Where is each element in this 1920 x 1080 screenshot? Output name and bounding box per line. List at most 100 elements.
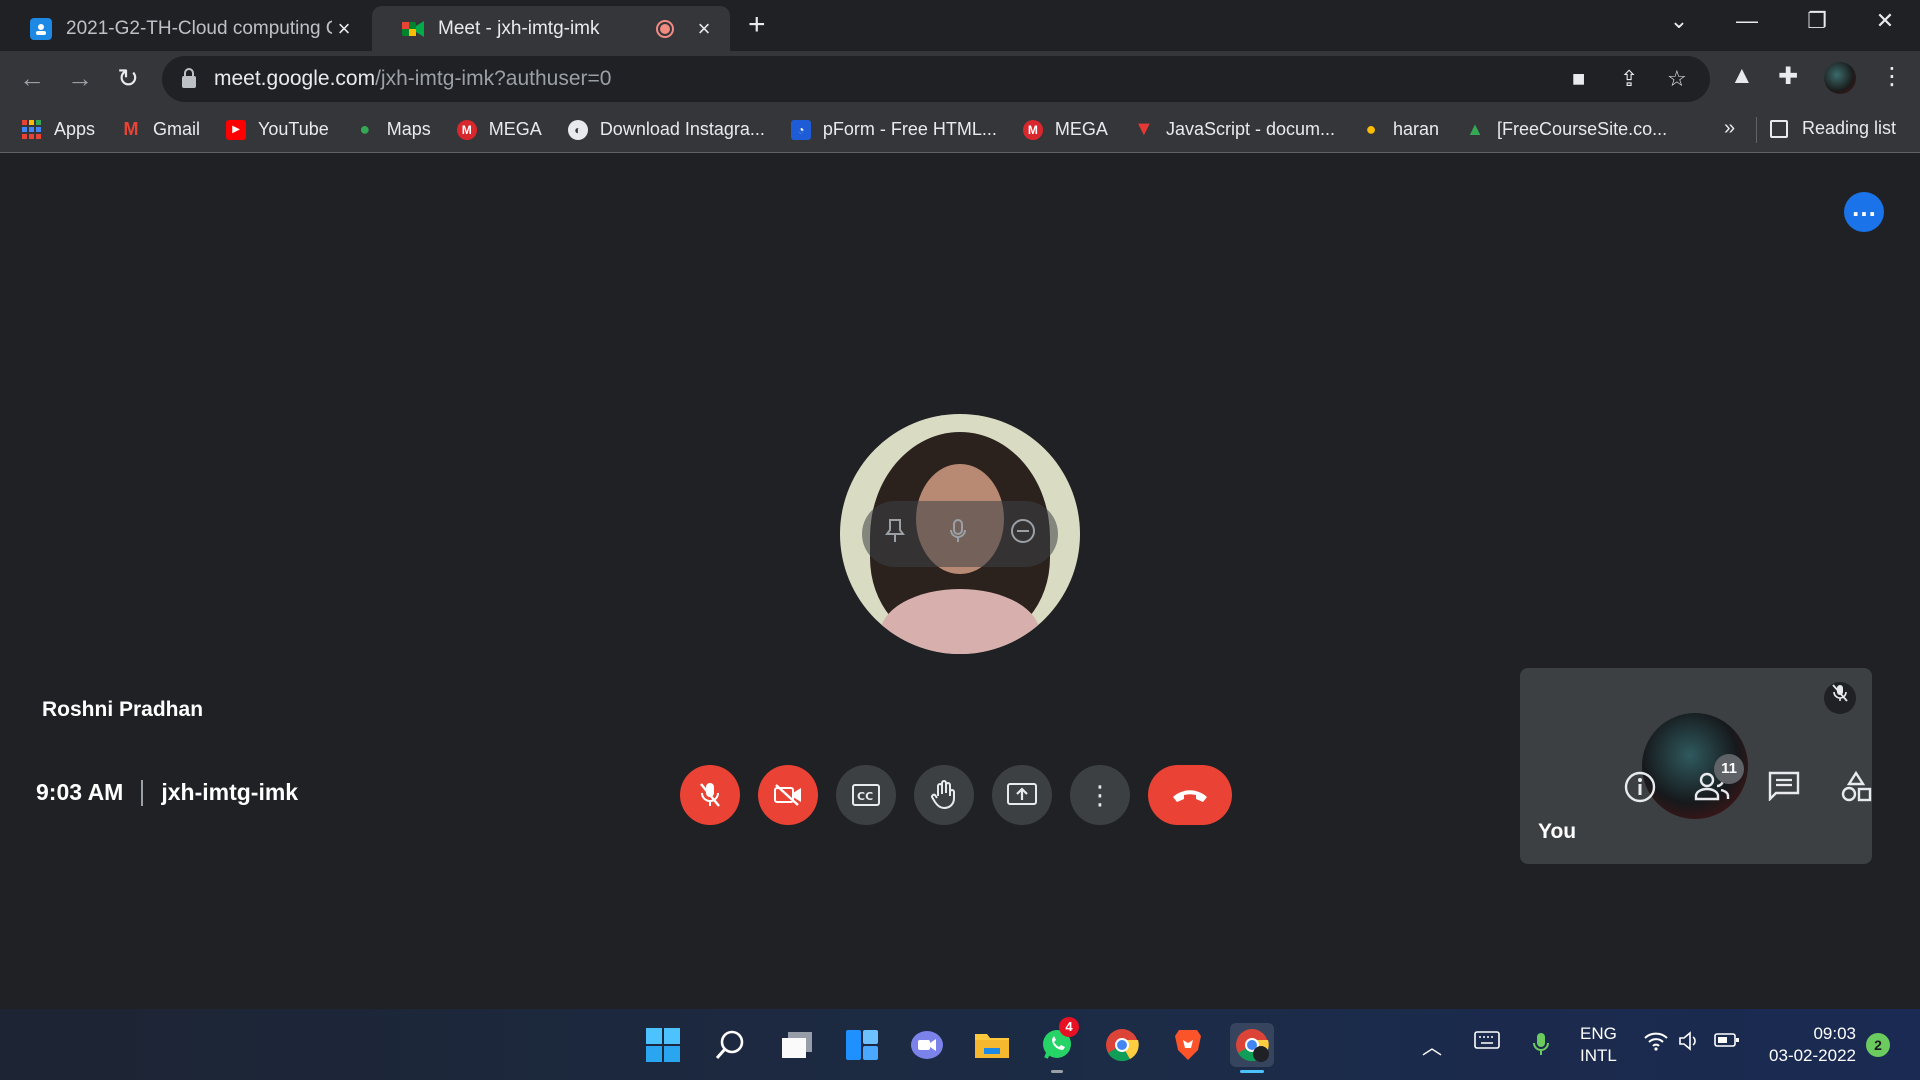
apps-grid-icon xyxy=(22,119,42,140)
tab-search-icon[interactable]: ⌄ xyxy=(1654,8,1704,34)
volume-icon[interactable] xyxy=(1678,1031,1700,1057)
present-screen-button[interactable] xyxy=(992,765,1052,825)
mic-off-icon xyxy=(1824,682,1856,714)
youtube-icon: ▶ xyxy=(226,119,247,140)
camera-off-icon xyxy=(774,784,801,806)
meet-icon xyxy=(402,18,424,40)
tab-classroom[interactable]: 2021-G2-TH-Cloud computing C × xyxy=(0,6,370,51)
toggle-camera-button[interactable] xyxy=(758,765,818,825)
reload-icon[interactable]: ↻ xyxy=(112,63,144,94)
whatsapp-unread-badge: 4 xyxy=(1059,1017,1079,1037)
input-language-indicator[interactable]: ENG INTL xyxy=(1580,1023,1617,1067)
activities-button[interactable] xyxy=(1832,770,1880,810)
bookmark-label: [FreeCourseSite.co... xyxy=(1497,119,1668,139)
back-icon[interactable]: ← xyxy=(16,63,48,94)
keyboard-layout: INTL xyxy=(1580,1046,1617,1065)
show-hidden-icons-button[interactable]: ︿ xyxy=(1422,1031,1442,1060)
remove-icon[interactable] xyxy=(1010,518,1036,551)
minimize-icon[interactable]: — xyxy=(1722,8,1772,34)
widgets-button[interactable] xyxy=(840,1023,884,1067)
hand-icon xyxy=(931,780,955,810)
pin-icon[interactable] xyxy=(884,518,906,551)
restore-icon[interactable]: ❐ xyxy=(1792,8,1842,34)
reading-list-button[interactable]: Reading list xyxy=(1770,118,1896,139)
chat-button[interactable] xyxy=(1760,771,1808,808)
maps-pin-icon: ● xyxy=(1365,119,1377,139)
search-icon xyxy=(715,1030,744,1059)
microphone-in-use-icon[interactable] xyxy=(1532,1031,1550,1063)
closed-captions-icon: CC xyxy=(852,784,880,806)
chat-icon xyxy=(1768,771,1800,802)
chrome-profile-button[interactable] xyxy=(1230,1023,1274,1073)
bookmarks-overflow-button[interactable]: » xyxy=(1724,117,1735,140)
raise-hand-button[interactable] xyxy=(914,765,974,825)
meeting-details-button[interactable] xyxy=(1616,771,1664,810)
teams-chat-button[interactable] xyxy=(905,1023,949,1067)
bookmark-label: haran xyxy=(1393,119,1440,139)
notification-count-badge[interactable]: 2 xyxy=(1866,1033,1890,1057)
tab-title: Meet - jxh-imtg-imk xyxy=(438,17,600,39)
address-bar[interactable]: meet.google.com/jxh-imtg-imk?authuser=0 … xyxy=(162,56,1710,102)
bookmark-apps[interactable]: Apps xyxy=(22,119,95,140)
more-options-button[interactable]: ⋮ xyxy=(1070,765,1130,825)
divider xyxy=(1756,117,1757,143)
self-view-tile[interactable]: You xyxy=(1520,668,1872,864)
forward-icon[interactable]: → xyxy=(64,63,96,94)
task-view-button[interactable] xyxy=(775,1023,819,1067)
toggle-microphone-button[interactable] xyxy=(680,765,740,825)
bookmark-mega[interactable]: M MEGA xyxy=(456,119,542,140)
bookmark-maps[interactable]: ● Maps xyxy=(355,119,430,140)
windows-taskbar: 4 ︿ ENG INTL 09:03 03-02-2022 2 xyxy=(0,1009,1920,1080)
extensions-puzzle-icon[interactable]: ✚ xyxy=(1778,62,1798,91)
close-tab-icon[interactable]: × xyxy=(692,16,716,42)
meet-stage: … Roshni Pradhan You 9:03 AM jxh-imtg-im… xyxy=(0,154,1920,1009)
chrome-icon xyxy=(1236,1029,1269,1062)
bookmark-youtube[interactable]: ▶ YouTube xyxy=(226,119,329,140)
tab-title: 2021-G2-TH-Cloud computing C xyxy=(66,17,332,39)
globe-icon: ◐ xyxy=(567,119,588,140)
bookmark-mega-2[interactable]: M MEGA xyxy=(1022,119,1108,140)
touch-keyboard-icon[interactable] xyxy=(1474,1031,1500,1055)
tab-meet[interactable]: Meet - jxh-imtg-imk × xyxy=(372,6,730,51)
clock-time: 09:03 xyxy=(1813,1024,1856,1043)
bookmark-instagram-download[interactable]: ◐ Download Instagra... xyxy=(567,119,765,140)
extension-drive-icon[interactable]: ▲ xyxy=(1730,62,1754,90)
brave-lion-icon xyxy=(1175,1030,1201,1060)
bookmarks-bar: Apps M Gmail ▶ YouTube ● Maps M MEGA ◐ D… xyxy=(0,107,1920,153)
share-icon[interactable]: ⇪ xyxy=(1620,66,1638,92)
file-explorer-button[interactable] xyxy=(970,1023,1014,1067)
close-window-icon[interactable]: ✕ xyxy=(1860,8,1910,34)
bookmark-haran[interactable]: ● haran xyxy=(1361,119,1439,140)
clock-date: 03-02-2022 xyxy=(1769,1046,1856,1065)
camera-in-use-icon[interactable]: ■ xyxy=(1572,66,1585,92)
info-icon xyxy=(1624,771,1656,803)
participants-count-badge: 11 xyxy=(1714,754,1744,784)
bookmark-label: pForm - Free HTML... xyxy=(822,119,997,139)
browser-menu-icon[interactable]: ⋮ xyxy=(1880,62,1904,91)
chrome-button[interactable] xyxy=(1100,1023,1144,1067)
new-tab-button[interactable]: + xyxy=(748,10,766,40)
svg-text:CC: CC xyxy=(857,790,873,803)
start-button[interactable] xyxy=(641,1023,685,1067)
bookmark-star-icon[interactable]: ☆ xyxy=(1667,66,1687,92)
search-button[interactable] xyxy=(708,1023,752,1067)
bookmark-javascript-docs[interactable]: ▼ JavaScript - docum... xyxy=(1134,118,1335,140)
bookmark-gmail[interactable]: M Gmail xyxy=(121,119,201,140)
leave-call-button[interactable] xyxy=(1148,765,1232,825)
captions-button[interactable]: CC xyxy=(836,765,896,825)
close-tab-icon[interactable]: × xyxy=(332,16,356,42)
system-clock[interactable]: 09:03 03-02-2022 xyxy=(1756,1023,1856,1067)
bookmark-label: YouTube xyxy=(258,119,329,139)
wifi-icon[interactable] xyxy=(1644,1031,1668,1057)
whatsapp-button[interactable]: 4 xyxy=(1035,1017,1079,1073)
profile-avatar[interactable] xyxy=(1824,62,1856,94)
url-text: meet.google.com/jxh-imtg-imk?authuser=0 xyxy=(214,67,612,90)
battery-icon[interactable] xyxy=(1714,1031,1740,1054)
bookmark-pform[interactable]: ◔ pForm - Free HTML... xyxy=(790,119,997,140)
more-options-icon[interactable]: … xyxy=(1844,192,1884,232)
speaker-name: Roshni Pradhan xyxy=(42,698,204,721)
brave-button[interactable] xyxy=(1166,1023,1210,1067)
divider xyxy=(141,779,144,806)
task-view-icon xyxy=(782,1032,812,1058)
bookmark-freecoursesite[interactable]: ▲ [FreeCourseSite.co... xyxy=(1465,119,1667,140)
